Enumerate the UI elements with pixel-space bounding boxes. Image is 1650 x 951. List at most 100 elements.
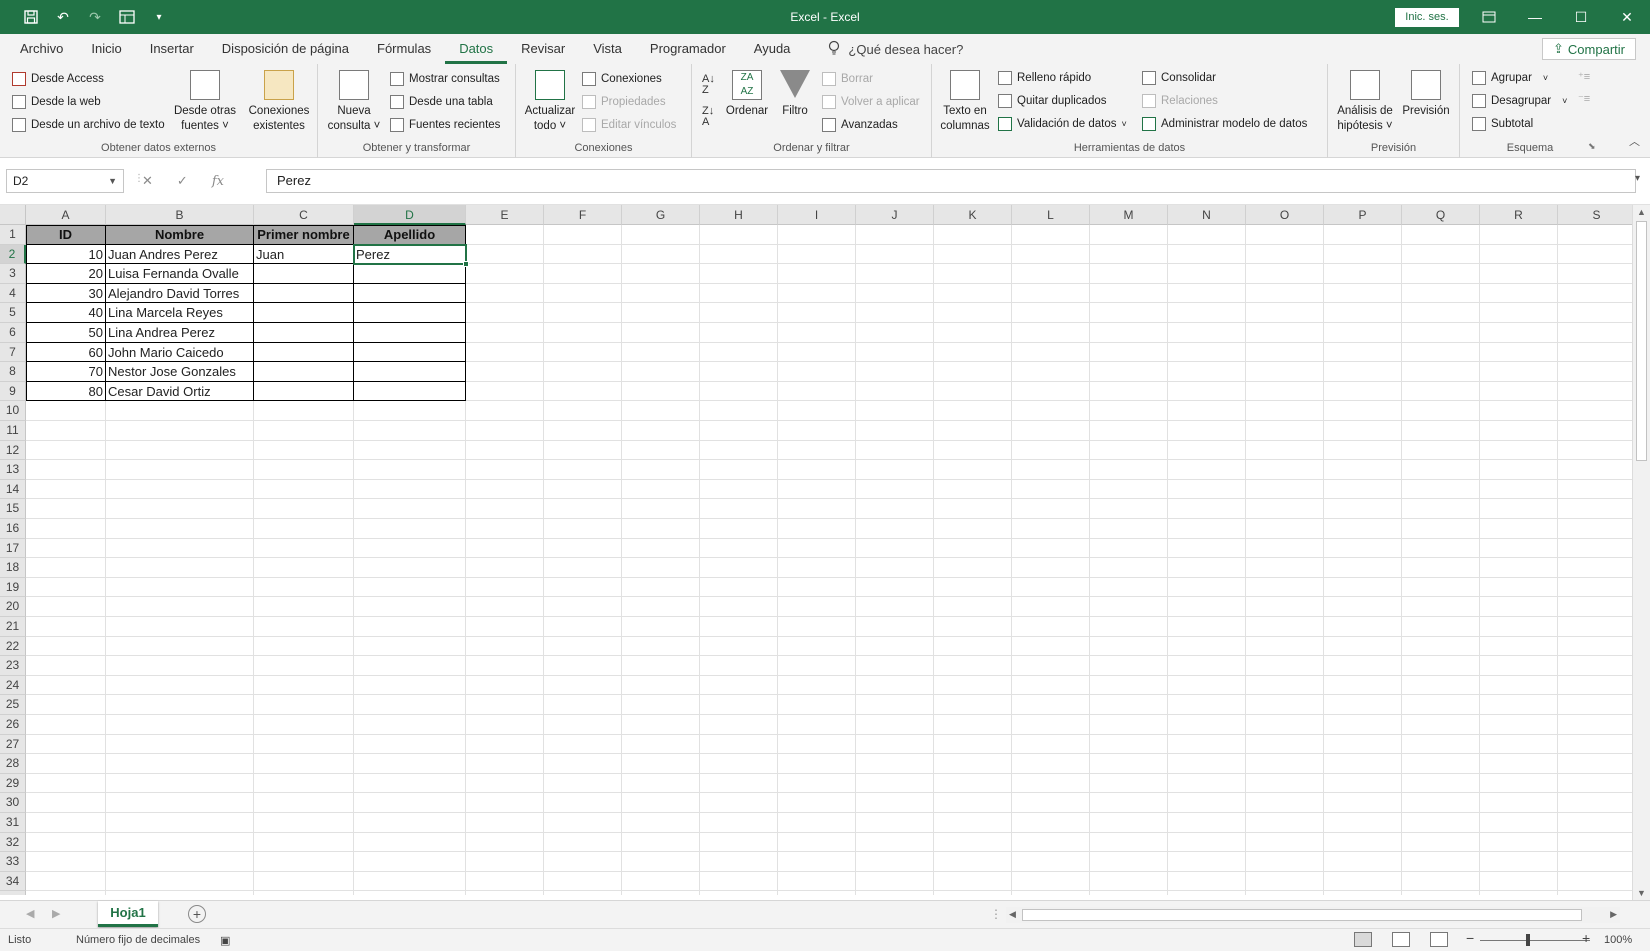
cell-m17[interactable] (1090, 538, 1168, 559)
cell-l31[interactable] (1012, 813, 1090, 833)
cell-m29[interactable] (1090, 773, 1168, 794)
cell-p28[interactable] (1324, 754, 1402, 774)
cell-n21[interactable] (1168, 617, 1246, 637)
cell-d25[interactable] (354, 695, 466, 715)
cell-j28[interactable] (856, 754, 934, 774)
cell-q12[interactable] (1402, 440, 1480, 461)
cell-k10[interactable] (934, 401, 1012, 421)
cell-q21[interactable] (1402, 617, 1480, 637)
cell-n28[interactable] (1168, 754, 1246, 774)
cell-i4[interactable] (778, 283, 856, 304)
row-header-27[interactable]: 27 (0, 734, 26, 755)
cell-p1[interactable] (1324, 225, 1402, 245)
cell-c30[interactable] (254, 793, 354, 813)
cell-l1[interactable] (1012, 225, 1090, 245)
cell-e22[interactable] (466, 636, 544, 657)
cell-h35[interactable] (700, 891, 778, 895)
cell-b21[interactable] (106, 617, 254, 637)
cell-i10[interactable] (778, 401, 856, 421)
cell-l3[interactable] (1012, 264, 1090, 284)
cell-e28[interactable] (466, 754, 544, 774)
cell-f24[interactable] (544, 675, 622, 696)
cell-r23[interactable] (1480, 656, 1558, 676)
cell-a16[interactable] (26, 519, 106, 539)
cell-d13[interactable] (354, 460, 466, 480)
cell-j35[interactable] (856, 891, 934, 895)
cell-n4[interactable] (1168, 283, 1246, 304)
cell-p15[interactable] (1324, 499, 1402, 519)
row-header-29[interactable]: 29 (0, 773, 26, 794)
cell-r12[interactable] (1480, 440, 1558, 461)
cell-e14[interactable] (466, 479, 544, 500)
cell-d2[interactable]: Perez (354, 244, 466, 265)
cell-a25[interactable] (26, 695, 106, 715)
cell-s20[interactable] (1558, 597, 1636, 617)
cell-b13[interactable] (106, 460, 254, 480)
cell-s22[interactable] (1558, 636, 1636, 657)
cell-r34[interactable] (1480, 871, 1558, 892)
cell-q20[interactable] (1402, 597, 1480, 617)
cell-o20[interactable] (1246, 597, 1324, 617)
cell-n35[interactable] (1168, 891, 1246, 895)
cell-p9[interactable] (1324, 381, 1402, 402)
cell-n13[interactable] (1168, 460, 1246, 480)
cell-i17[interactable] (778, 538, 856, 559)
cell-l5[interactable] (1012, 303, 1090, 323)
cell-i15[interactable] (778, 499, 856, 519)
row-header-34[interactable]: 34 (0, 871, 26, 892)
form-icon[interactable] (114, 5, 140, 29)
cell-e18[interactable] (466, 558, 544, 578)
cell-m27[interactable] (1090, 734, 1168, 755)
cell-j30[interactable] (856, 793, 934, 813)
cell-r5[interactable] (1480, 303, 1558, 323)
row-header-26[interactable]: 26 (0, 715, 26, 735)
cell-m26[interactable] (1090, 715, 1168, 735)
cell-k8[interactable] (934, 362, 1012, 382)
cell-f23[interactable] (544, 656, 622, 676)
cell-l33[interactable] (1012, 852, 1090, 872)
cell-e32[interactable] (466, 832, 544, 853)
horizontal-scroll-thumb[interactable] (1022, 909, 1582, 921)
cancel-icon[interactable]: ✕ (142, 173, 153, 189)
cell-f14[interactable] (544, 479, 622, 500)
cell-c18[interactable] (254, 558, 354, 578)
cell-r10[interactable] (1480, 401, 1558, 421)
cell-s4[interactable] (1558, 283, 1636, 304)
cell-g30[interactable] (622, 793, 700, 813)
cell-r32[interactable] (1480, 832, 1558, 853)
cell-r9[interactable] (1480, 381, 1558, 402)
column-header-k[interactable]: K (934, 205, 1012, 225)
cell-e10[interactable] (466, 401, 544, 421)
cell-d4[interactable] (354, 283, 466, 304)
cell-b1[interactable]: Nombre (106, 225, 254, 245)
enter-icon[interactable]: ✓ (177, 173, 188, 189)
cell-i26[interactable] (778, 715, 856, 735)
cell-k31[interactable] (934, 813, 1012, 833)
cell-q15[interactable] (1402, 499, 1480, 519)
cell-e20[interactable] (466, 597, 544, 617)
cell-q31[interactable] (1402, 813, 1480, 833)
cell-i33[interactable] (778, 852, 856, 872)
cell-f10[interactable] (544, 401, 622, 421)
cell-p29[interactable] (1324, 773, 1402, 794)
cell-e24[interactable] (466, 675, 544, 696)
cell-g6[interactable] (622, 323, 700, 343)
row-header-35[interactable]: 35 (0, 891, 26, 895)
cell-i8[interactable] (778, 362, 856, 382)
cell-a21[interactable] (26, 617, 106, 637)
cell-j6[interactable] (856, 323, 934, 343)
row-header-21[interactable]: 21 (0, 617, 26, 637)
column-header-i[interactable]: I (778, 205, 856, 225)
cell-g23[interactable] (622, 656, 700, 676)
macro-record-icon[interactable]: ▣ (220, 934, 230, 947)
column-header-m[interactable]: M (1090, 205, 1168, 225)
tab-programador[interactable]: Programador (636, 34, 740, 64)
cell-j17[interactable] (856, 538, 934, 559)
row-header-6[interactable]: 6 (0, 323, 26, 343)
cell-f28[interactable] (544, 754, 622, 774)
cell-j4[interactable] (856, 283, 934, 304)
cell-g19[interactable] (622, 577, 700, 598)
cell-j32[interactable] (856, 832, 934, 853)
cell-j18[interactable] (856, 558, 934, 578)
column-header-l[interactable]: L (1012, 205, 1090, 225)
